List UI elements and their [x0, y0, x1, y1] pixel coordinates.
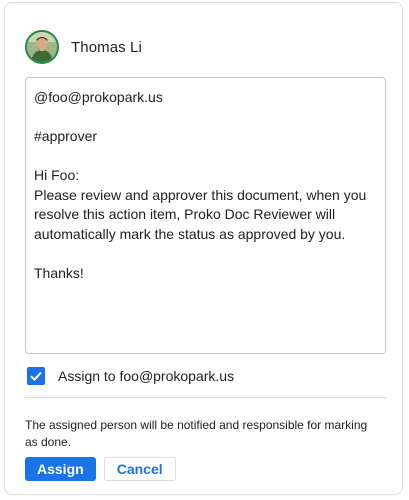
user-avatar-photo-icon: [27, 32, 57, 62]
cancel-button[interactable]: Cancel: [103, 457, 176, 481]
assign-checkbox-label[interactable]: Assign to foo@prokopark.us: [58, 368, 234, 384]
author-name: Thomas Li: [71, 38, 142, 56]
avatar: [25, 30, 59, 64]
comment-header: Thomas Li: [25, 28, 142, 66]
checkmark-icon: [30, 371, 42, 382]
action-buttons: Assign Cancel: [25, 457, 176, 481]
assign-button[interactable]: Assign: [25, 457, 96, 481]
comment-text-area[interactable]: @foo@prokopark.us #approver Hi Foo: Plea…: [25, 77, 386, 354]
divider: [25, 397, 386, 398]
assign-checkbox-row[interactable]: Assign to foo@prokopark.us: [27, 366, 234, 386]
assign-note: The assigned person will be notified and…: [25, 418, 368, 449]
assign-checkbox[interactable]: [27, 367, 45, 385]
comment-card: Thomas Li @foo@prokopark.us #approver Hi…: [4, 2, 403, 495]
